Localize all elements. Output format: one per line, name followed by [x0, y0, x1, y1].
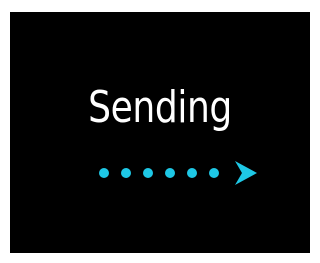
progress-dot — [165, 168, 175, 178]
chevron-right-icon — [235, 161, 257, 185]
watch-screen: Sending — [10, 12, 310, 253]
progress-dot — [99, 168, 109, 178]
sending-progress-indicator — [99, 161, 257, 185]
progress-dot — [187, 168, 197, 178]
progress-dot — [121, 168, 131, 178]
progress-dot — [209, 168, 219, 178]
progress-dots — [99, 168, 219, 178]
progress-dot — [143, 168, 153, 178]
